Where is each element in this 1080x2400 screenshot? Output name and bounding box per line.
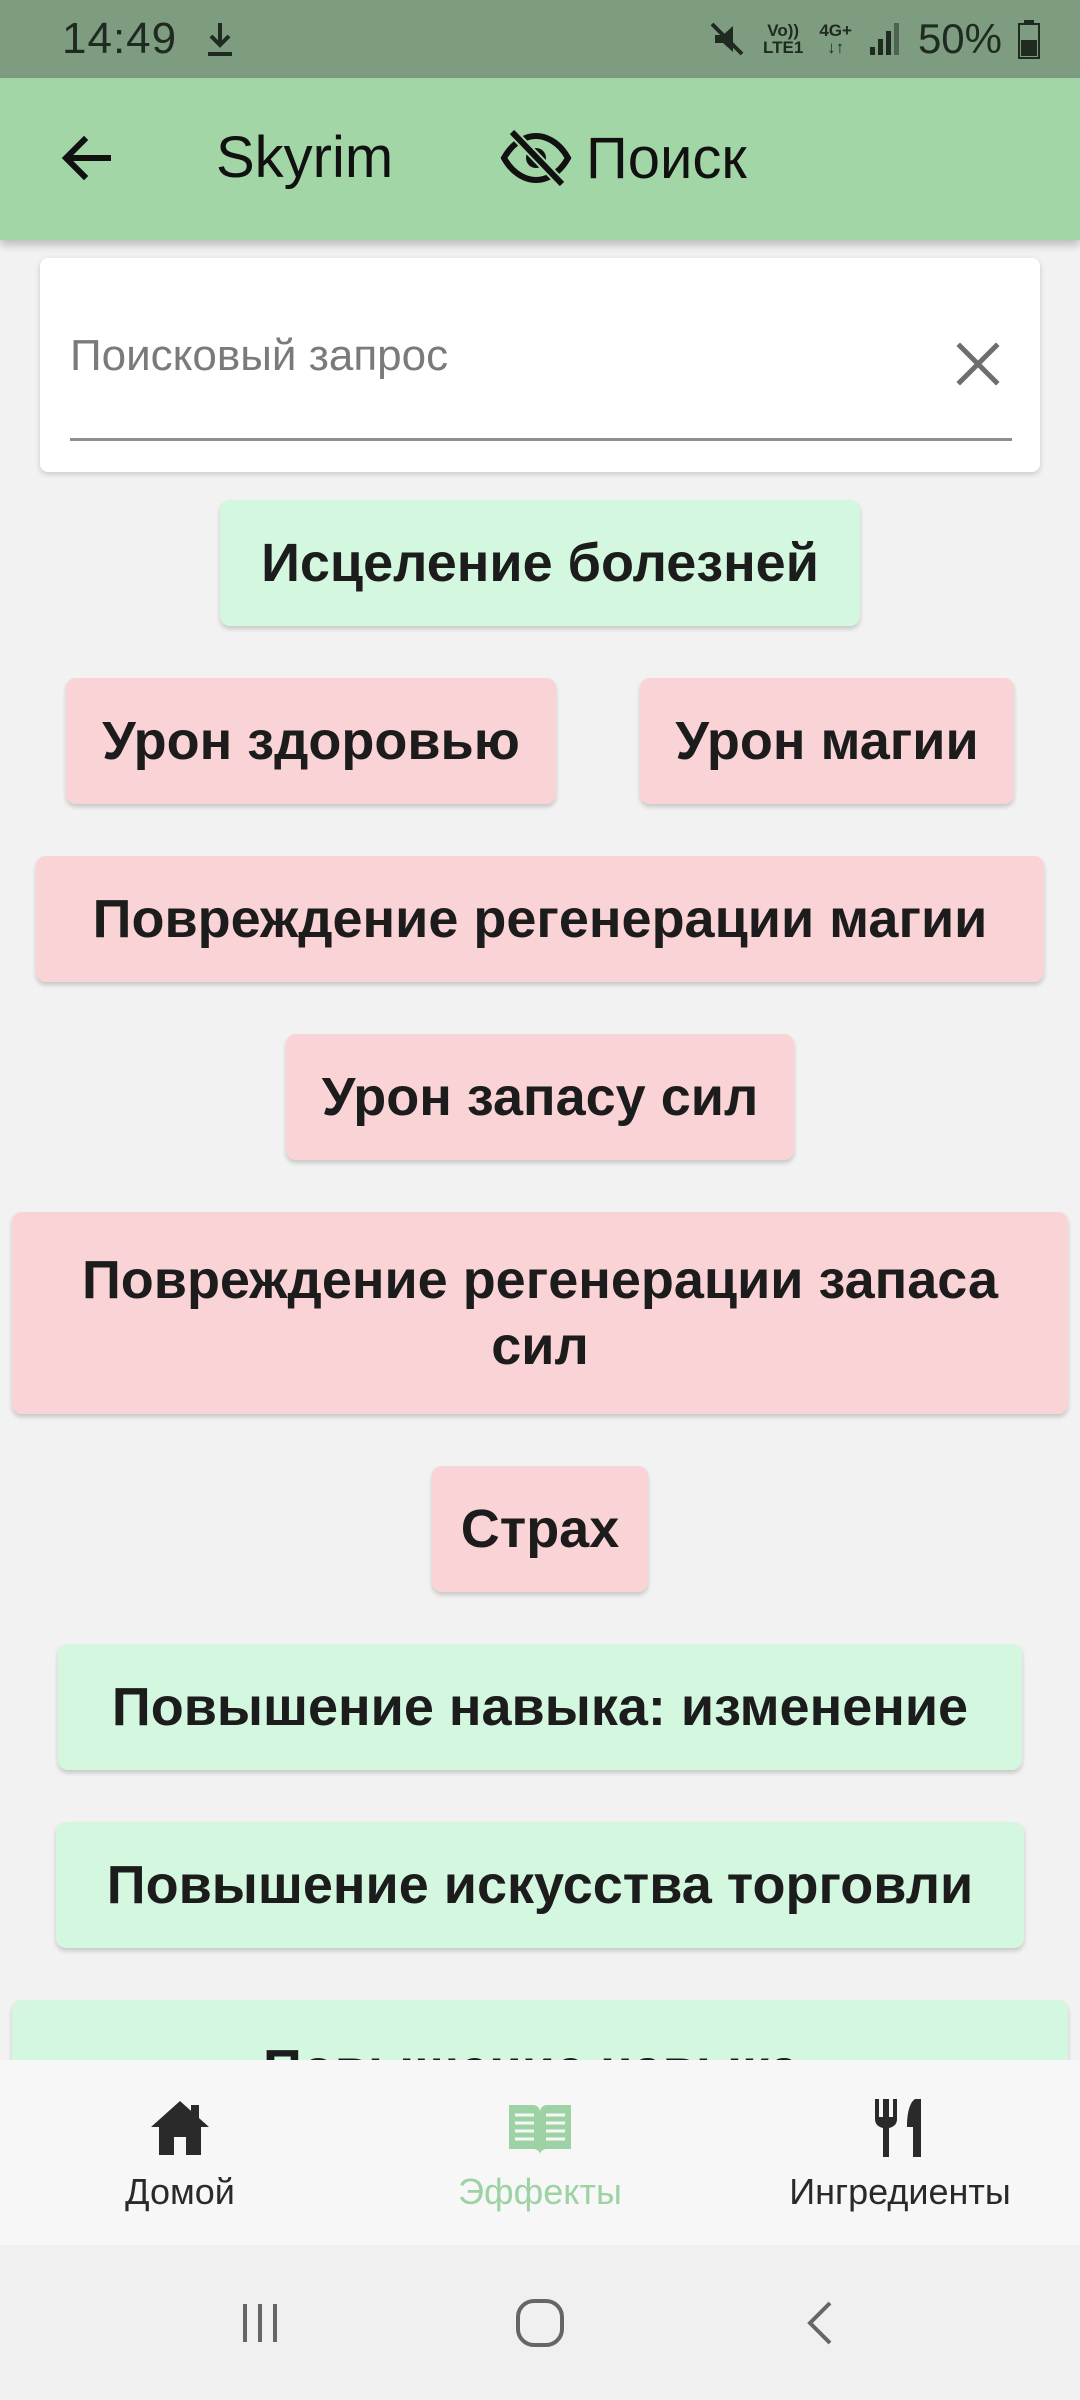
home-circle-icon <box>516 2298 564 2347</box>
battery-percent: 50% <box>917 15 1002 62</box>
bottom-navigation: Домой Эффекты Ингредиенты <box>0 2060 1080 2245</box>
download-icon <box>208 23 233 56</box>
effect-chip[interactable]: Урон здоровью <box>66 678 556 804</box>
nav-effects-label: Эффекты <box>458 2170 622 2212</box>
back-button[interactable] <box>56 128 116 188</box>
search-underline <box>70 438 1012 441</box>
effect-chip[interactable]: Повреждение регенерации запаса сил <box>12 1212 1068 1414</box>
nav-ingredients[interactable]: Ингредиенты <box>720 2060 1080 2245</box>
eye-off-icon <box>500 128 572 188</box>
battery-icon <box>1018 20 1040 59</box>
search-input[interactable] <box>70 326 910 386</box>
arrow-left-icon <box>61 135 111 181</box>
status-bar: 14:49 Vo)) LTE1 4G+ ↓↑ 50% <box>0 0 1080 78</box>
volte-indicator: Vo)) LTE1 <box>763 21 804 57</box>
status-indicators: Vo)) LTE1 4G+ ↓↑ 50% <box>707 15 1040 63</box>
close-icon[interactable] <box>948 334 1008 394</box>
app-title: Skyrim <box>216 125 394 190</box>
app-bar: Skyrim Поиск <box>0 78 1080 240</box>
recents-button[interactable] <box>220 2283 300 2363</box>
effect-chip[interactable]: Повреждение регенерации магии <box>36 856 1044 982</box>
chevron-left-icon <box>807 2301 832 2344</box>
effect-chip[interactable]: Повышение навыка: изменение <box>58 1644 1022 1770</box>
network-indicator: 4G+ ↓↑ <box>819 21 852 57</box>
home-button[interactable] <box>500 2283 580 2363</box>
home-icon <box>151 2100 209 2155</box>
signal-icon <box>869 23 899 55</box>
system-back-button[interactable] <box>780 2283 860 2363</box>
search-card <box>40 258 1040 472</box>
nav-home[interactable]: Домой <box>0 2060 360 2245</box>
status-time: 14:49 <box>62 14 178 63</box>
effect-chip[interactable]: Повышение искусства торговли <box>56 1822 1024 1948</box>
effect-chip[interactable]: Исцеление болезней <box>220 500 860 626</box>
system-navigation-bar <box>0 2245 1080 2400</box>
recents-icon <box>243 2303 277 2342</box>
nav-effects[interactable]: Эффекты <box>360 2060 720 2245</box>
book-icon <box>509 2104 571 2155</box>
nav-home-label: Домой <box>125 2170 235 2212</box>
effect-chip[interactable]: Урон запасу сил <box>286 1034 794 1160</box>
effect-chip[interactable]: Урон магии <box>640 678 1014 804</box>
mute-icon <box>710 22 744 56</box>
effect-chip[interactable]: Страх <box>432 1466 648 1592</box>
nav-ingredients-label: Ингредиенты <box>789 2170 1011 2212</box>
search-toggle-label: Поиск <box>586 125 747 191</box>
search-toggle-button[interactable]: Поиск <box>500 122 747 194</box>
fork-knife-icon <box>875 2098 921 2157</box>
